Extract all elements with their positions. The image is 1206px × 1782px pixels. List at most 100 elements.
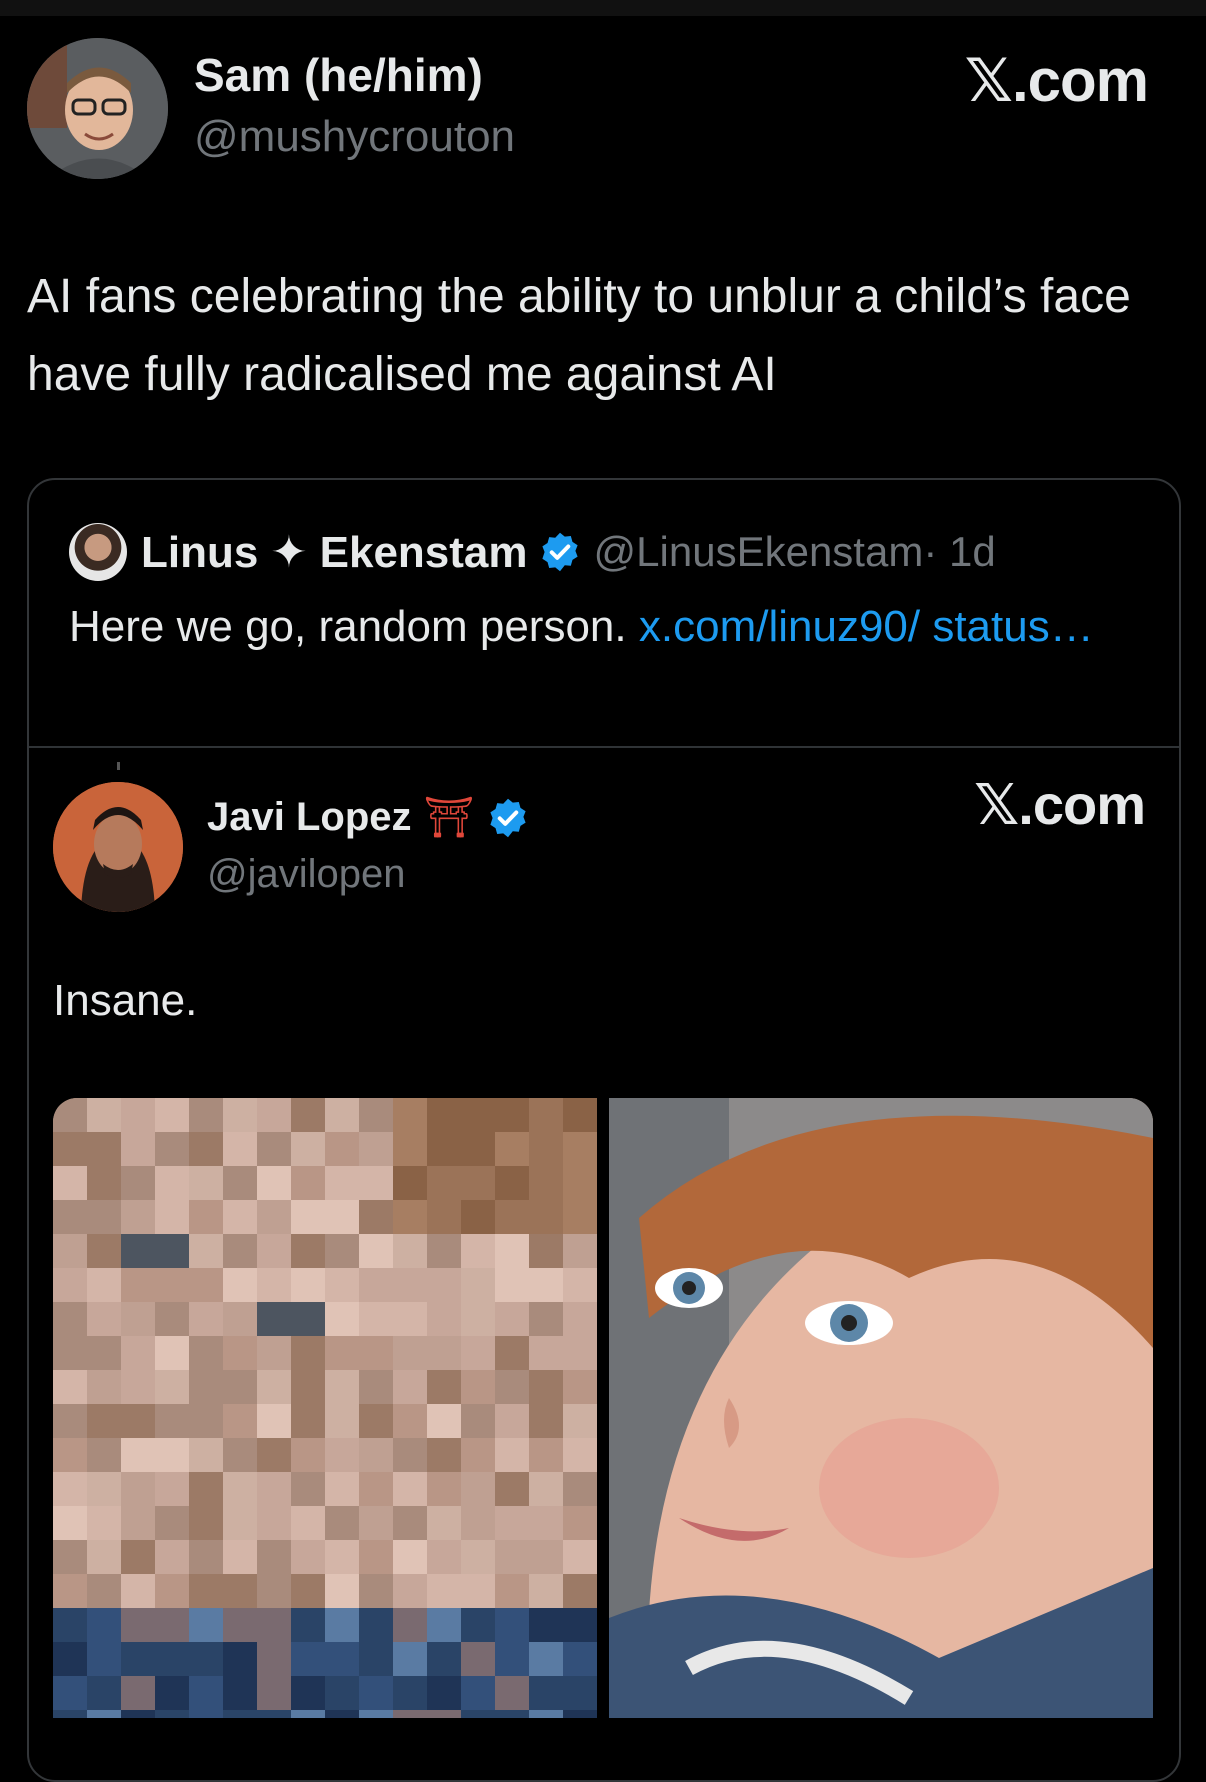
mosaic-tile [223, 1404, 257, 1438]
mosaic-tile [563, 1642, 597, 1676]
mosaic-tile [53, 1710, 87, 1718]
mosaic-tile [529, 1302, 563, 1336]
mosaic-tile [291, 1574, 325, 1608]
mosaic-tile [495, 1200, 529, 1234]
mosaic-tile [257, 1336, 291, 1370]
mosaic-tile [257, 1132, 291, 1166]
mosaic-tile [529, 1676, 563, 1710]
mosaic-tile [563, 1676, 597, 1710]
mosaic-tile [223, 1506, 257, 1540]
quote-author-handle[interactable]: @LinusEkenstam [594, 528, 924, 576]
mosaic-tile [495, 1336, 529, 1370]
mosaic-tile [563, 1268, 597, 1302]
mosaic-tile [461, 1608, 495, 1642]
author-handle[interactable]: @mushycrouton [194, 112, 515, 162]
mosaic-tile [53, 1132, 87, 1166]
mosaic-tile [495, 1710, 529, 1718]
mosaic-tile [563, 1438, 597, 1472]
mosaic-tile [359, 1710, 393, 1718]
mosaic-tile [291, 1472, 325, 1506]
mosaic-tile [427, 1506, 461, 1540]
mosaic-tile [291, 1506, 325, 1540]
mosaic-tile [291, 1098, 325, 1132]
mosaic-tile [359, 1302, 393, 1336]
mosaic-tile [257, 1506, 291, 1540]
mosaic-tile [121, 1336, 155, 1370]
mosaic-tile [121, 1438, 155, 1472]
mosaic-tile [257, 1098, 291, 1132]
mosaic-tile [53, 1336, 87, 1370]
mosaic-tile [359, 1642, 393, 1676]
mosaic-tile [495, 1404, 529, 1438]
mosaic-tile [121, 1098, 155, 1132]
mosaic-tile [121, 1540, 155, 1574]
mosaic-tile [359, 1506, 393, 1540]
mosaic-tile [121, 1234, 155, 1268]
author-avatar[interactable] [27, 38, 168, 179]
author-name[interactable]: Sam (he/him) [194, 48, 483, 102]
mosaic-tile [529, 1098, 563, 1132]
mosaic-tile [189, 1540, 223, 1574]
mosaic-tile [563, 1574, 597, 1608]
mosaic-tile [529, 1574, 563, 1608]
mosaic-tile [563, 1506, 597, 1540]
mosaic-tile [563, 1302, 597, 1336]
quote-author-avatar[interactable] [69, 523, 127, 581]
mosaic-tile [325, 1098, 359, 1132]
mosaic-tile [461, 1506, 495, 1540]
mosaic-tile [359, 1336, 393, 1370]
mosaic-tile [495, 1370, 529, 1404]
mosaic-tile [155, 1268, 189, 1302]
mosaic-tile [87, 1574, 121, 1608]
mosaic-tile [359, 1404, 393, 1438]
mosaic-tile [325, 1302, 359, 1336]
mosaic-tile [291, 1234, 325, 1268]
mosaic-tile [87, 1676, 121, 1710]
mosaic-tile [189, 1200, 223, 1234]
quote-author-name[interactable]: Linus ✦ Ekenstam [141, 527, 528, 578]
mosaic-tile [461, 1438, 495, 1472]
mosaic-tile [359, 1472, 393, 1506]
mosaic-tile [461, 1234, 495, 1268]
mosaic-tile [87, 1642, 121, 1676]
mosaic-tile [393, 1166, 427, 1200]
mosaic-tile [325, 1200, 359, 1234]
mosaic-tile [393, 1540, 427, 1574]
mosaic-tile [87, 1404, 121, 1438]
quote-timestamp[interactable]: · 1d [923, 528, 995, 576]
mosaic-tile [563, 1234, 597, 1268]
mosaic-tile [393, 1438, 427, 1472]
mosaic-tile [427, 1676, 461, 1710]
mosaic-tile [257, 1540, 291, 1574]
mosaic-tile [53, 1676, 87, 1710]
verified-badge-icon [490, 798, 526, 837]
mosaic-tile [495, 1608, 529, 1642]
mosaic-tile [53, 1540, 87, 1574]
mosaic-tile [427, 1234, 461, 1268]
quote-link[interactable]: x.com/linuz90/ status… [639, 602, 1094, 651]
embedded-screenshot[interactable]: Javi Lopez ⛩ @javilopen 𝕏.com Insane. [29, 748, 1179, 1780]
mosaic-tile [223, 1200, 257, 1234]
mosaic-tile [155, 1676, 189, 1710]
mosaic-tile [257, 1234, 291, 1268]
mosaic-tile [189, 1132, 223, 1166]
mosaic-tile [393, 1608, 427, 1642]
mosaic-tile [121, 1472, 155, 1506]
mosaic-tile [325, 1642, 359, 1676]
mosaic-tile [393, 1336, 427, 1370]
mosaic-tile [189, 1438, 223, 1472]
mosaic-tile [155, 1472, 189, 1506]
mosaic-tile [189, 1336, 223, 1370]
quote-header: Linus ✦ Ekenstam @LinusEkenstam · 1d [69, 522, 996, 582]
mosaic-tile [291, 1540, 325, 1574]
mosaic-tile [121, 1574, 155, 1608]
mosaic-tile [53, 1268, 87, 1302]
quote-text-body: Here we go, random person. [69, 602, 627, 651]
mosaic-tile [223, 1268, 257, 1302]
mosaic-tile [461, 1676, 495, 1710]
mosaic-tile [87, 1166, 121, 1200]
mosaic-tile [461, 1370, 495, 1404]
mosaic-tile [325, 1540, 359, 1574]
mosaic-tile [189, 1234, 223, 1268]
quoted-tweet-card[interactable]: Linus ✦ Ekenstam @LinusEkenstam · 1d Her… [27, 478, 1181, 1782]
